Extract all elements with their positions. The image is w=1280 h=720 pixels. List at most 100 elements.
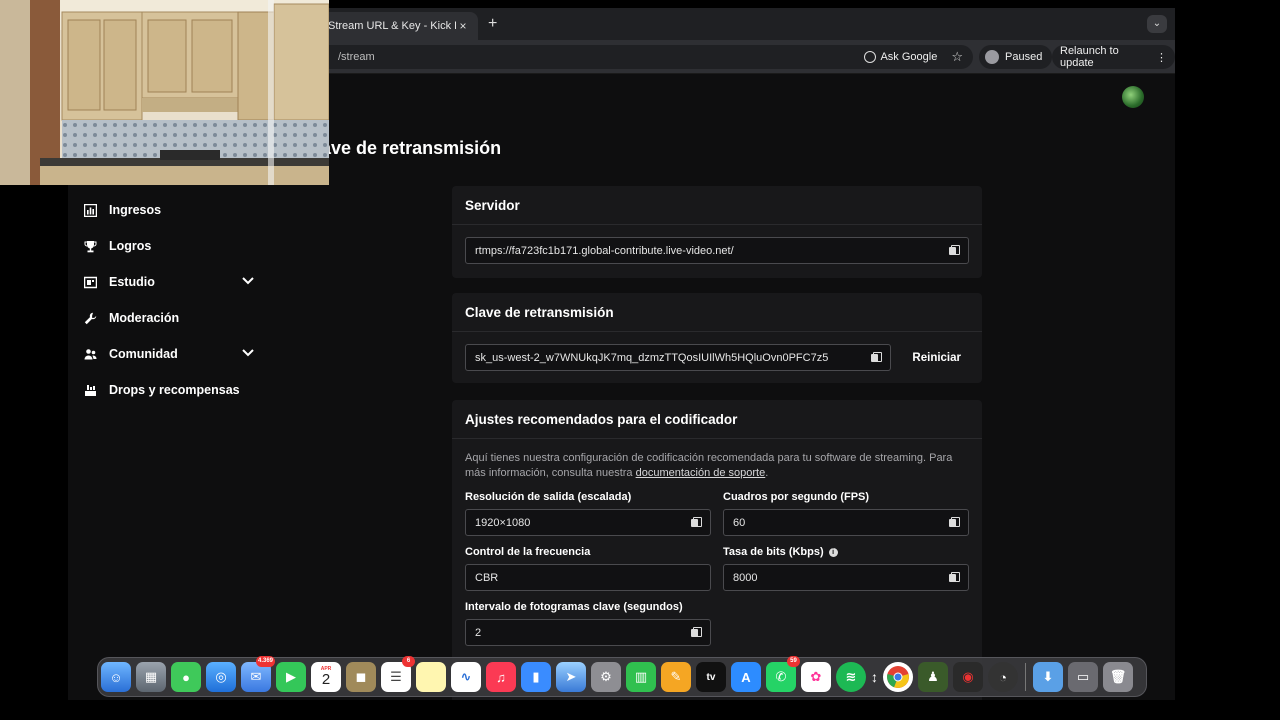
- activity-monitor-icon[interactable]: ◔: [988, 662, 1018, 692]
- downloads-folder-icon[interactable]: ⬇: [1033, 662, 1063, 692]
- ask-google-button[interactable]: Ask Google: [864, 51, 937, 63]
- messages-icon[interactable]: ●: [171, 662, 201, 692]
- server-card: Servidor rtmps://fa723fc1b171.global-con…: [452, 186, 982, 278]
- sidebar-item-drops[interactable]: Drops y recompensas: [84, 372, 254, 408]
- server-url-field[interactable]: rtmps://fa723fc1b171.global-contribute.l…: [465, 237, 969, 264]
- stream-key-heading: Clave de retransmisión: [452, 293, 982, 332]
- tab-search-chevron-icon[interactable]: ⌄: [1147, 15, 1167, 33]
- bookmark-star-icon[interactable]: ☆: [951, 49, 963, 65]
- numbers-icon[interactable]: ▥: [626, 662, 656, 692]
- user-avatar[interactable]: [1122, 86, 1144, 108]
- info-icon[interactable]: i: [828, 547, 838, 557]
- bitrate-label: Tasa de bits (Kbps): [723, 546, 824, 558]
- encoder-heading: Ajustes recomendados para el codificador: [452, 400, 982, 439]
- fps-label: Cuadros por segundo (FPS): [723, 491, 870, 503]
- app-store-icon[interactable]: A: [731, 662, 761, 692]
- maps-icon[interactable]: ➤: [556, 662, 586, 692]
- finder-icon[interactable]: ☺: [101, 662, 131, 692]
- copy-icon[interactable]: [691, 627, 702, 638]
- facetime-icon[interactable]: ▶: [276, 662, 306, 692]
- sidebar-item-estudio[interactable]: Estudio: [84, 264, 254, 300]
- resolution-field[interactable]: 1920×1080: [465, 509, 711, 536]
- tv-label: tv: [706, 671, 716, 683]
- copy-icon[interactable]: [949, 572, 960, 583]
- spotify-icon[interactable]: ≋: [836, 662, 866, 692]
- trophy-icon: [84, 240, 97, 252]
- resolution-value[interactable]: 1920×1080: [475, 517, 691, 529]
- webcam-overlay: [0, 0, 329, 185]
- bitrate-label-row: Tasa de bits (Kbps) i: [723, 546, 969, 558]
- profile-status: Paused: [1005, 51, 1043, 63]
- google-lens-icon: [864, 51, 877, 63]
- pages-icon[interactable]: ✎: [661, 662, 691, 692]
- obs-recorder-icon[interactable]: ◉: [953, 662, 983, 692]
- copy-icon[interactable]: [949, 245, 960, 256]
- tab-title: Stream URL & Key - Kick Dash: [328, 20, 456, 32]
- rate-control-field[interactable]: CBR: [465, 564, 711, 591]
- calendar-icon[interactable]: APR 2: [311, 662, 341, 692]
- music-icon[interactable]: ♫: [486, 662, 516, 692]
- fps-cell: Cuadros por segundo (FPS) 60: [723, 491, 969, 536]
- mail-icon[interactable]: ✉ 4.369: [241, 656, 275, 692]
- rate-control-cell: Control de la frecuencia CBR: [465, 546, 711, 591]
- rate-control-label: Control de la frecuencia: [465, 546, 591, 558]
- people-icon: [84, 348, 97, 359]
- encoder-description: Aquí tienes nuestra configuración de cod…: [465, 451, 969, 481]
- reminders-icon[interactable]: ☰ 6: [381, 656, 415, 692]
- url-text[interactable]: /stream: [318, 51, 864, 63]
- sidebar-item-ingresos[interactable]: Ingresos: [84, 192, 254, 228]
- apple-tv-icon[interactable]: tv: [696, 662, 726, 692]
- rate-control-value[interactable]: CBR: [475, 572, 701, 584]
- profile-avatar-icon: [985, 50, 999, 64]
- fps-value[interactable]: 60: [733, 517, 949, 529]
- wrench-icon: [84, 312, 97, 324]
- keynote-icon[interactable]: ▮: [521, 662, 551, 692]
- launchpad-icon[interactable]: ▦: [136, 662, 166, 692]
- copy-icon[interactable]: [691, 517, 702, 528]
- bitrate-value[interactable]: 8000: [733, 572, 949, 584]
- relaunch-button[interactable]: Relaunch to update ⋮: [1052, 45, 1175, 69]
- system-settings-icon[interactable]: ⚙: [591, 662, 621, 692]
- browser-tab[interactable]: Stream URL & Key - Kick Dash ×: [320, 12, 478, 40]
- chevron-down-icon[interactable]: [242, 348, 254, 360]
- notes-icon[interactable]: [416, 662, 446, 692]
- fps-field[interactable]: 60: [723, 509, 969, 536]
- bitrate-cell: Tasa de bits (Kbps) i 8000: [723, 546, 969, 591]
- freeform-icon[interactable]: ∿: [451, 662, 481, 692]
- new-tab-button[interactable]: +: [488, 15, 497, 33]
- chrome-icon[interactable]: [883, 662, 913, 692]
- mail-badge: 4.369: [255, 656, 275, 667]
- chevron-down-icon[interactable]: [242, 276, 254, 288]
- tab-close-icon[interactable]: ×: [456, 19, 470, 33]
- trash-icon[interactable]: 🗑: [1103, 662, 1133, 692]
- keyframe-field[interactable]: 2: [465, 619, 711, 646]
- sidebar-item-label: Comunidad: [109, 347, 178, 361]
- encoder-card: Ajustes recomendados para el codificador…: [452, 400, 982, 700]
- photos-icon[interactable]: ✿: [801, 662, 831, 692]
- copy-icon[interactable]: [949, 517, 960, 528]
- keyframe-value[interactable]: 2: [475, 627, 691, 639]
- sidebar-item-moderacion[interactable]: Moderación: [84, 300, 254, 336]
- reset-key-button[interactable]: Reiniciar: [904, 346, 969, 370]
- omnibox[interactable]: /stream Ask Google ☆: [308, 45, 973, 69]
- dock: ☺ ▦ ● ◎ ✉ 4.369 ▶ APR 2 ◼ ☰ 6 ∿ ♫ ▮ ➤ ⚙ …: [97, 656, 1147, 697]
- sidebar-item-comunidad[interactable]: Comunidad: [84, 336, 254, 372]
- kebab-menu-icon[interactable]: ⋮: [1156, 51, 1167, 64]
- stream-key-field[interactable]: sk_us-west-2_w7WNUkqJK7mq_dzmzTTQosIUIlW…: [465, 344, 892, 371]
- server-heading: Servidor: [452, 186, 982, 225]
- copy-icon[interactable]: [871, 352, 883, 363]
- resolution-cell: Resolución de salida (escalada) 1920×108…: [465, 491, 711, 536]
- support-docs-link[interactable]: documentación de soporte: [636, 467, 766, 479]
- sidebar-item-logros[interactable]: Logros: [84, 228, 254, 264]
- profile-button[interactable]: Paused: [979, 45, 1053, 69]
- server-url-value[interactable]: rtmps://fa723fc1b171.global-contribute.l…: [475, 245, 949, 257]
- webcam-kitchen-image: [0, 0, 329, 185]
- bitrate-field[interactable]: 8000: [723, 564, 969, 591]
- contacts-icon[interactable]: ◼: [346, 662, 376, 692]
- screenshot-folder-icon[interactable]: ▭: [1068, 662, 1098, 692]
- whatsapp-icon[interactable]: ✆ 59: [766, 656, 800, 692]
- chess-icon[interactable]: ♟: [918, 662, 948, 692]
- stream-key-value[interactable]: sk_us-west-2_w7WNUkqJK7mq_dzmzTTQosIUIlW…: [475, 352, 871, 364]
- safari-icon[interactable]: ◎: [206, 662, 236, 692]
- sidebar-item-label: Drops y recompensas: [109, 383, 240, 397]
